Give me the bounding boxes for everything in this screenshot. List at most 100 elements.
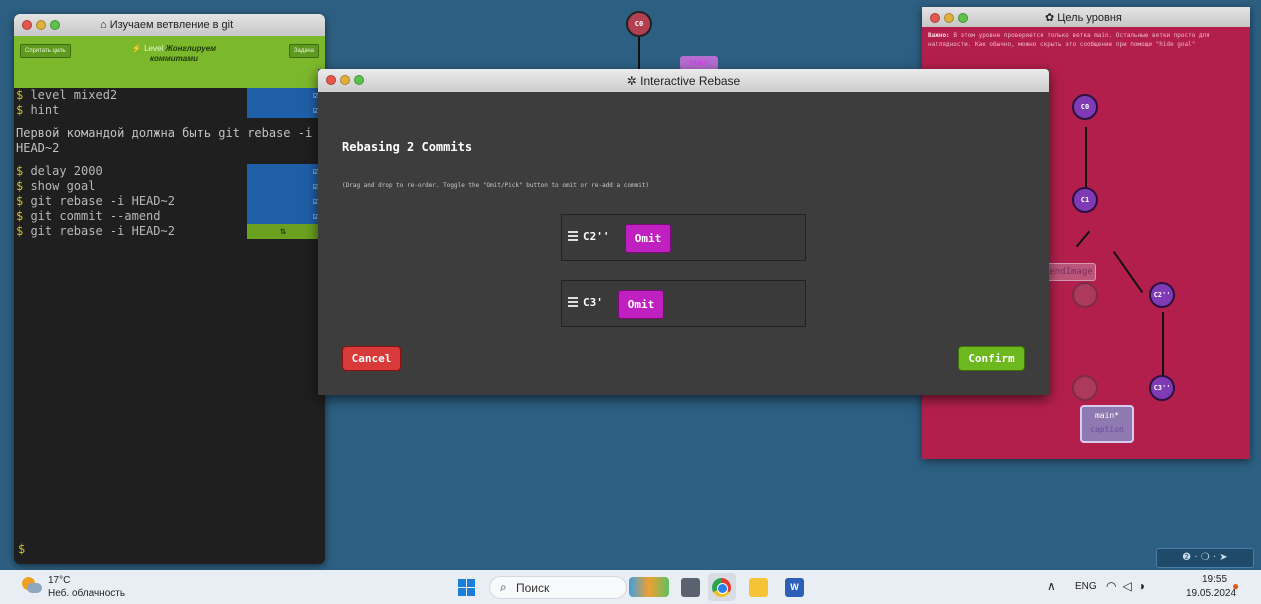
goal-ghost-label: endImage [1046,263,1096,281]
prompt-symbol: $ [16,179,31,193]
objective-button[interactable]: Задача [288,44,319,58]
level-toolbar: Спрятать цель ⚡ Level Жонглируем коммита… [14,36,325,88]
drag-handle-icon[interactable] [568,231,578,241]
rebase-commit-row[interactable]: C2'' Omit [561,214,806,261]
command-text: delay 2000 [30,164,103,178]
goal-edge [1112,250,1144,294]
goal-note-text: В этом уровне проверяется только ветка m… [928,32,1210,48]
goal-commit-c2[interactable]: C2'' [1149,282,1175,308]
command-status-icon: ☑ [247,103,323,118]
interactive-rebase-dialog: ✲ Interactive Rebase Rebasing 2 Commits … [318,69,1049,395]
maximize-icon[interactable] [958,13,968,23]
windows-start-icon[interactable] [458,579,475,596]
search-icon: ⌕ [500,580,507,594]
dialog-title-text: Interactive Rebase [640,74,741,88]
command-line: $ git commit --amend ☑ [16,209,323,224]
minimize-icon[interactable] [36,20,46,30]
branch-main-peek[interactable]: main [680,56,718,70]
rebase-commit-row[interactable]: C3' Omit [561,280,806,327]
search-label: Поиск [516,581,550,595]
command-line: $ show goal ☑ [16,179,323,194]
terminal-input-prompt[interactable]: $ [18,542,25,556]
command-status-icon: ☑ [247,164,323,179]
terminal-titlebar: ⌂ Изучаем ветвление в git [14,14,325,36]
dialog-titlebar: ✲ Interactive Rebase [318,69,1049,92]
chrome-icon[interactable] [712,578,731,597]
hide-goal-button[interactable]: Спрятать цель [20,44,71,58]
goal-branch-main[interactable]: main* caption [1080,405,1134,443]
widgets-icon[interactable] [629,577,669,597]
prompt-symbol: $ [16,103,31,117]
terminal-title: ⌂ Изучаем ветвление в git [100,19,234,31]
file-explorer-icon[interactable] [749,578,768,597]
command-text: hint [30,103,60,117]
level-prefix: Level [144,44,164,53]
network-volume-battery-icons[interactable]: ◠◁◑ [1106,579,1151,593]
goal-branch-sub: caption [1090,425,1124,434]
command-status-icon: ☑ [247,179,323,194]
level-title: ⚡ Level Жонглируем коммитами [114,44,234,64]
prompt-symbol: $ [16,88,31,102]
close-icon[interactable] [22,20,32,30]
rebase-commit-name: C2'' [583,230,610,243]
help-links-widget[interactable]: ❷ · ❍ · ➤ [1156,548,1254,568]
command-text: git commit --amend [30,209,161,223]
goal-ghost-commit [1072,375,1098,401]
minimize-icon[interactable] [944,13,954,23]
prompt-symbol: $ [16,224,31,238]
goal-note: Важно: В этом уровне проверяется только … [922,27,1250,67]
prompt-symbol: $ [16,209,31,223]
command-line: $ git rebase -i HEAD~2 ☑ [16,194,323,209]
drag-handle-icon[interactable] [568,297,578,307]
goal-edge [1162,312,1164,377]
cancel-button[interactable]: Cancel [342,346,401,371]
bolt-icon: ⚡ [131,44,142,53]
command-terminal-window: ⌂ Изучаем ветвление в git Спрятать цель … [14,14,325,564]
weather-temperature[interactable]: 17°C [48,575,70,586]
hint-message: Первой командой должна быть git rebase -… [16,126,313,155]
maximize-icon[interactable] [50,20,60,30]
goal-titlebar: ✿ Цель уровня [922,7,1250,27]
weather-icon[interactable] [22,577,42,595]
notification-bell-icon[interactable]: ● [1232,579,1239,593]
word-icon[interactable]: W [785,578,804,597]
goal-branch-label: main* [1094,411,1120,420]
task-view-icon[interactable] [681,578,700,597]
goal-commit-c1[interactable]: C1 [1072,187,1098,213]
command-status-icon: ☑ [247,194,323,209]
clock-date[interactable]: 19.05.2024 [1186,588,1236,599]
omit-toggle-button[interactable]: Omit [625,224,671,253]
command-line: $ delay 2000 ☑ [16,164,323,179]
weather-description[interactable]: Неб. облачность [48,588,125,599]
terminal-output: $ level mixed2 ☑ $ hint ☑ Первой командо… [14,88,325,239]
command-line: $ level mixed2 ☑ [16,88,323,103]
goal-ghost-commit [1072,282,1098,308]
command-text: git rebase -i HEAD~2 [30,194,175,208]
dialog-title: ✲ Interactive Rebase [318,74,1049,88]
gear-icon: ✲ [626,74,637,88]
goal-commit-c0[interactable]: C0 [1072,94,1098,120]
taskbar: 17°C Неб. облачность ⌕ Поиск W ∧ ENG ◠◁◑… [0,570,1261,604]
window-controls [930,13,968,23]
commit-c0[interactable]: C0 [626,11,652,37]
prompt-symbol: $ [16,164,31,178]
prompt-symbol: $ [16,194,31,208]
close-icon[interactable] [930,13,940,23]
terminal-title-text: Изучаем ветвление в git [109,19,234,31]
rebase-commit-name: C3' [583,296,603,309]
goal-note-label: Важно: [928,32,950,39]
confirm-button[interactable]: Confirm [958,346,1025,371]
clock-time[interactable]: 19:55 [1202,574,1227,585]
omit-toggle-button[interactable]: Omit [618,290,664,319]
rebase-instructions: (Drag and drop to re-order. Toggle the "… [342,182,650,189]
chevron-up-icon[interactable]: ∧ [1047,579,1056,593]
taskbar-search[interactable]: ⌕ Поиск [489,576,627,599]
language-indicator[interactable]: ENG [1075,581,1097,592]
goal-title: ✿ Цель уровня [1045,12,1122,24]
rebase-heading: Rebasing 2 Commits [342,140,473,154]
command-line: $ hint ☑ [16,103,323,118]
command-status-icon: ☑ [247,209,323,224]
goal-title-text: Цель уровня [1057,12,1122,24]
window-controls [22,20,60,30]
goal-commit-c3[interactable]: C3'' [1149,375,1175,401]
